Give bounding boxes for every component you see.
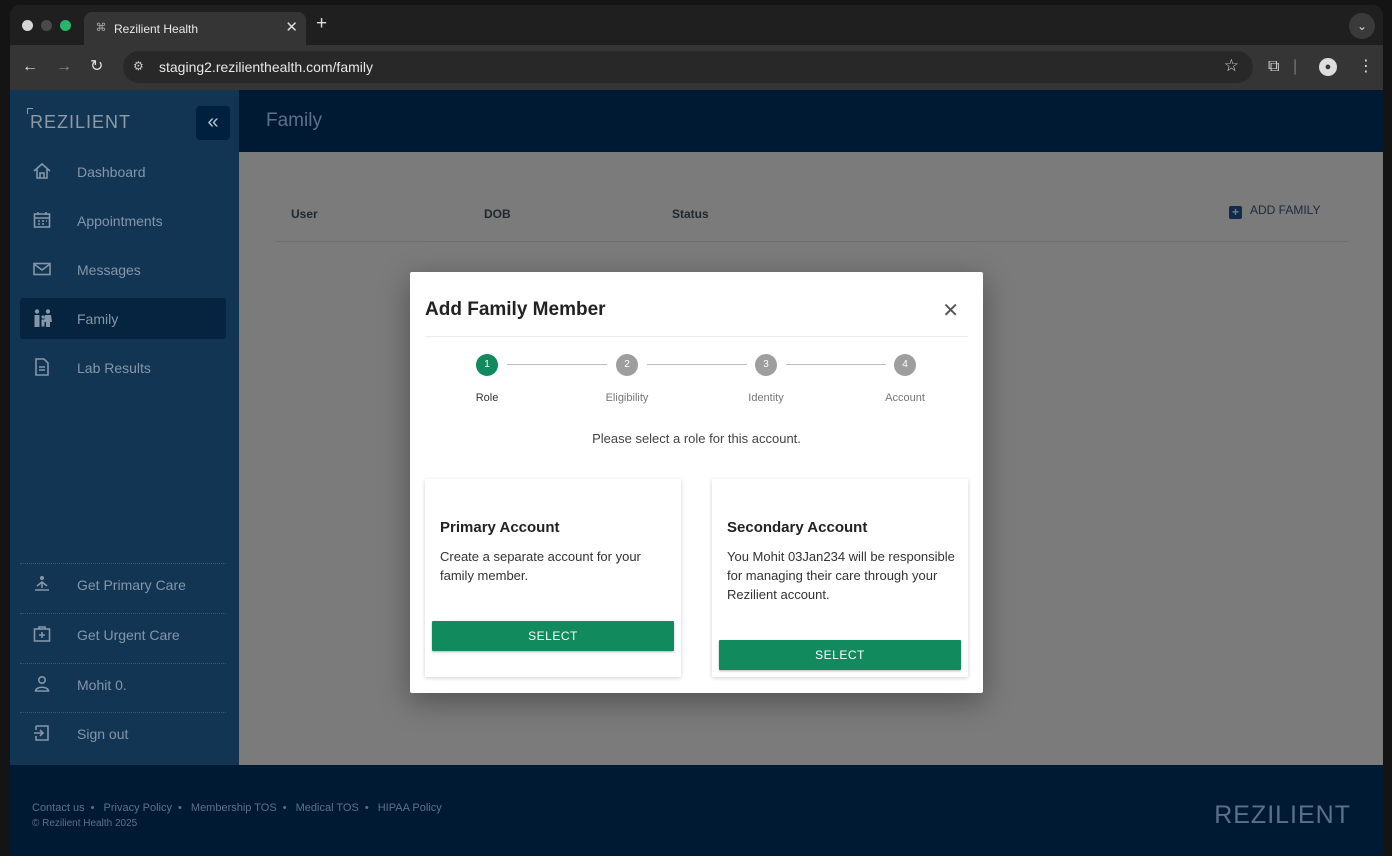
table-header-divider (276, 241, 1348, 242)
url-text: staging2.rezilienthealth.com/family (159, 59, 373, 75)
urgent-care-icon (32, 624, 54, 646)
step-2-indicator: 2 (616, 354, 638, 376)
app-root: REZILIENT « Dashboard Appointments Messa… (10, 90, 1383, 856)
primary-account-description: Create a separate account for your famil… (440, 549, 641, 583)
footer-logo: REZILIENT (1214, 801, 1351, 829)
sidebar: REZILIENT « Dashboard Appointments Messa… (10, 90, 239, 765)
footer-link-contact[interactable]: Contact us (32, 802, 85, 814)
mail-icon (32, 259, 54, 281)
stepper-connector (647, 364, 747, 365)
sidebar-logo: REZILIENT (27, 108, 131, 133)
sidebar-item-sign-out[interactable]: Sign out (20, 713, 226, 754)
select-secondary-button[interactable]: SELECT (719, 640, 961, 670)
step-2-label: Eligibility (605, 392, 649, 404)
sidebar-item-messages[interactable]: Messages (20, 249, 226, 290)
step-4-label: Account (885, 392, 925, 404)
footer-link-privacy[interactable]: Privacy Policy (104, 802, 172, 814)
sign-out-icon (32, 723, 54, 745)
primary-account-title: Primary Account (440, 519, 560, 536)
footer-copyright: © Rezilient Health 2025 (32, 818, 138, 829)
sidebar-item-appointments[interactable]: Appointments (20, 200, 226, 241)
footer: Contact us • Privacy Policy • Membership T… (10, 765, 1383, 856)
new-tab-icon[interactable]: + (316, 13, 327, 35)
browser-window: ⌘ Rezilient Health ✕ + ⌄ ← → ↻ ⚙ staging… (10, 5, 1383, 856)
calendar-icon (32, 210, 54, 232)
profile-icon[interactable]: ● (1319, 58, 1337, 76)
minimize-window-dot[interactable] (41, 20, 52, 31)
stepper-connector (786, 364, 886, 365)
column-header-status: Status (672, 207, 709, 221)
address-bar: ← → ↻ ⚙ staging2.rezilienthealth.com/fam… (10, 45, 1383, 90)
browser-tab[interactable]: ⌘ Rezilient Health ✕ (84, 12, 306, 45)
more-menu-icon[interactable]: ⋮ (1358, 57, 1374, 77)
close-icon[interactable]: ✕ (942, 298, 959, 323)
secondary-account-description: You Mohit 03Jan234 will be responsible f… (727, 549, 955, 602)
family-icon (32, 308, 54, 330)
secondary-account-title: Secondary Account (727, 519, 868, 536)
column-header-user: User (291, 207, 318, 221)
home-icon (32, 161, 54, 183)
tab-favicon-icon: ⌘ (95, 22, 107, 34)
add-family-member-modal: Add Family Member ✕ 1 2 3 4 Role Eligibi… (410, 272, 983, 693)
tab-close-icon[interactable]: ✕ (285, 18, 298, 36)
step-3-indicator: 3 (755, 354, 777, 376)
maximize-window-dot[interactable] (60, 20, 71, 31)
sidebar-item-dashboard[interactable]: Dashboard (20, 151, 226, 192)
collapse-sidebar-button[interactable]: « (196, 106, 230, 140)
footer-link-hipaa[interactable]: HIPAA Policy (378, 802, 442, 814)
step-1-indicator: 1 (476, 354, 498, 376)
select-primary-button[interactable]: SELECT (432, 621, 674, 651)
tab-search-icon[interactable]: ⌄ (1349, 13, 1375, 39)
plus-icon: + (1229, 206, 1242, 219)
extensions-icon[interactable]: ⧉ (1268, 57, 1279, 77)
reload-icon[interactable]: ↻ (90, 57, 103, 77)
user-icon (32, 674, 54, 696)
primary-account-card: Primary Account Create a separate accoun… (425, 479, 681, 677)
tab-title: Rezilient Health (114, 22, 199, 36)
bookmark-star-icon[interactable]: ☆ (1224, 56, 1239, 76)
sidebar-item-get-urgent-care[interactable]: Get Urgent Care (20, 614, 226, 655)
site-info-icon[interactable]: ⚙ (133, 59, 149, 75)
sidebar-item-profile[interactable]: Mohit 0. (20, 664, 226, 705)
footer-link-medical-tos[interactable]: Medical TOS (296, 802, 359, 814)
forward-icon[interactable]: → (56, 57, 72, 77)
footer-link-membership-tos[interactable]: Membership TOS (191, 802, 277, 814)
page-header: Family (239, 90, 1383, 152)
sidebar-item-lab-results[interactable]: Lab Results (20, 347, 226, 388)
step-1-label: Role (475, 392, 499, 404)
primary-care-icon (32, 574, 54, 596)
step-4-indicator: 4 (894, 354, 916, 376)
page-title: Family (266, 110, 322, 131)
url-field[interactable]: ⚙ staging2.rezilienthealth.com/family ☆ (123, 51, 1253, 83)
tab-bar: ⌘ Rezilient Health ✕ + ⌄ (10, 5, 1383, 45)
role-prompt: Please select a role for this account. (592, 431, 801, 446)
document-icon (32, 357, 54, 379)
modal-divider (425, 336, 968, 337)
toolbar-divider: | (1293, 58, 1298, 75)
sidebar-item-family[interactable]: Family (20, 298, 226, 339)
close-window-dot[interactable] (22, 20, 33, 31)
step-3-label: Identity (748, 392, 784, 404)
back-icon[interactable]: ← (22, 57, 38, 77)
add-family-button[interactable]: + ADD FAMILY (1229, 203, 1320, 219)
footer-links: Contact us • Privacy Policy • Membership T… (32, 802, 442, 814)
secondary-account-card: Secondary Account You Mohit 03Jan234 wil… (712, 479, 968, 677)
modal-title: Add Family Member (425, 299, 606, 320)
sidebar-item-get-primary-care[interactable]: Get Primary Care (20, 564, 226, 605)
column-header-dob: DOB (484, 207, 511, 221)
stepper-connector (507, 364, 607, 365)
